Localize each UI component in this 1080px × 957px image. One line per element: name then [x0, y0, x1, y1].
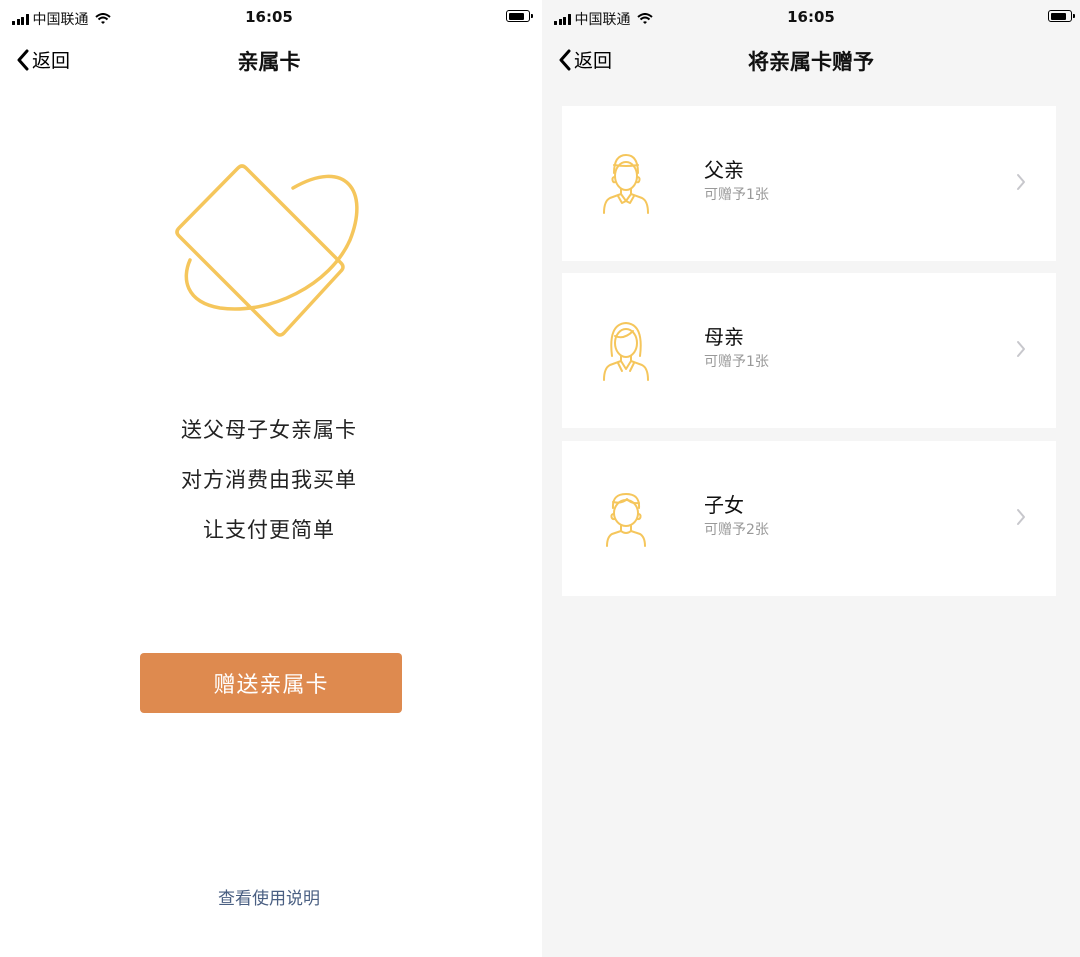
view-instructions-link[interactable]: 查看使用说明 — [0, 884, 538, 909]
page-title: 将亲属卡赠予 — [748, 50, 874, 74]
promo-line-3: 让支付更简单 — [203, 518, 335, 542]
battery-icon — [506, 10, 533, 22]
recipient-card-father[interactable]: 父亲 可赠予1张 — [562, 106, 1056, 261]
promo-line-2: 对方消费由我买单 — [181, 468, 357, 492]
chevron-right-icon — [1017, 341, 1025, 357]
nav-bar: 返回 亲属卡 — [0, 34, 538, 86]
recipient-card-child[interactable]: 子女 可赠予2张 — [562, 441, 1056, 596]
recipient-quota: 可赠予2张 — [704, 522, 769, 538]
status-bar: 中国联通 16:05 — [542, 0, 1080, 34]
card-orbit-illustration — [175, 164, 359, 337]
recipient-name: 子女 — [704, 493, 744, 517]
status-time: 16:05 — [245, 8, 293, 26]
page-title: 亲属卡 — [237, 50, 301, 74]
recipient-quota: 可赠予1张 — [704, 354, 769, 370]
chevron-right-icon — [1017, 174, 1025, 190]
chevron-right-icon — [1017, 509, 1025, 525]
family-card-screen: 中国联通 16:05 返回 亲属卡 送父母子女亲属卡 对方消费由我买单 让支付更… — [0, 0, 538, 957]
recipient-name: 母亲 — [704, 325, 744, 349]
recipient-card-mother[interactable]: 母亲 可赠予1张 — [562, 273, 1056, 428]
mother-avatar-icon — [603, 322, 649, 381]
child-avatar-icon — [606, 493, 646, 547]
promo-line-1: 送父母子女亲属卡 — [181, 418, 357, 442]
recipient-quota: 可赠予1张 — [704, 187, 769, 203]
gift-recipient-screen: 中国联通 16:05 返回 将亲属卡赠予 父亲 可赠予1张 母亲 可赠予1张 子… — [542, 0, 1080, 957]
gift-family-card-button[interactable]: 赠送亲属卡 — [140, 653, 402, 713]
nav-bar: 返回 将亲属卡赠予 — [542, 34, 1080, 86]
status-time: 16:05 — [787, 8, 835, 26]
status-bar: 中国联通 16:05 — [0, 0, 538, 34]
father-avatar-icon — [603, 154, 649, 214]
recipient-name: 父亲 — [704, 158, 744, 182]
battery-icon — [1048, 10, 1075, 22]
